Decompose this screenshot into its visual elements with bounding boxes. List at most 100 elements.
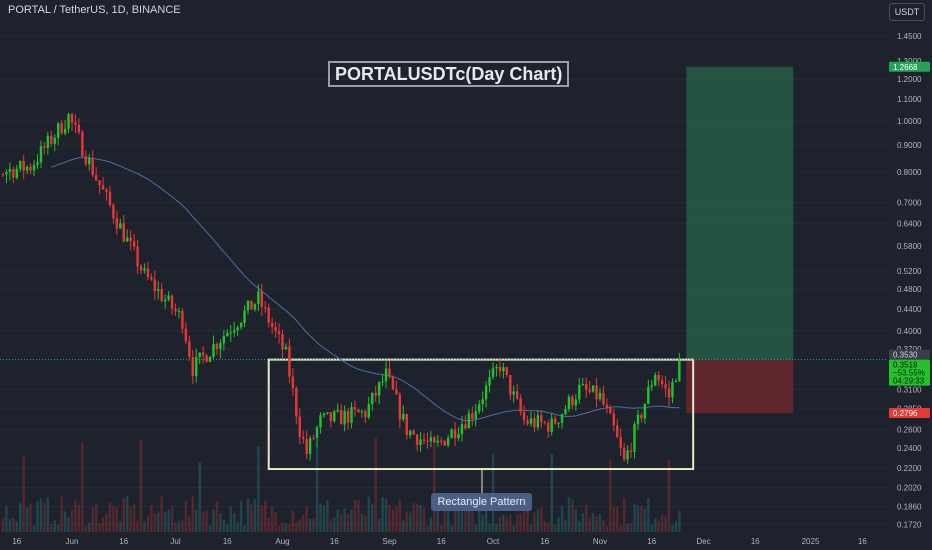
volume-bar <box>88 522 91 532</box>
candle-body <box>67 114 70 129</box>
candle-body <box>174 308 177 312</box>
symbol-header: PORTAL / TetherUS, 1D, BINANCE <box>8 4 181 16</box>
candle-body <box>540 415 543 422</box>
volume-bar <box>626 523 629 532</box>
volume-bar <box>212 509 215 532</box>
target-zone <box>686 66 794 360</box>
candle-body <box>56 123 60 138</box>
candle-body <box>557 422 560 424</box>
volume-bar <box>515 514 519 532</box>
volume-bar <box>153 513 157 532</box>
volume-bar <box>450 525 453 532</box>
volume-bar <box>177 520 181 532</box>
candle-body <box>181 311 184 329</box>
candle-body <box>640 414 643 419</box>
candle-body <box>126 237 129 242</box>
volume-bar <box>429 517 433 532</box>
y-tick-label: 0.5200 <box>897 267 922 276</box>
volume-bar <box>215 501 219 532</box>
candle-body <box>478 404 481 412</box>
candle-body <box>612 413 616 426</box>
candle-body <box>39 146 43 163</box>
volume-bar <box>150 505 153 532</box>
x-tick-label: 16 <box>647 537 656 546</box>
candle-body <box>22 160 25 171</box>
candle-body <box>163 299 167 302</box>
volume-bar <box>495 523 498 532</box>
candle-body <box>574 399 578 406</box>
candle-body <box>636 414 640 425</box>
candle-body <box>29 166 32 171</box>
volume-bar <box>381 497 384 532</box>
candle-body <box>119 223 122 229</box>
volume-bar <box>547 522 550 532</box>
volume-bar <box>25 507 29 532</box>
volume-bar <box>333 517 336 532</box>
candle-body <box>60 123 63 134</box>
volume-bar <box>657 521 660 532</box>
volume-bar <box>46 497 50 532</box>
stop-price-tag-text: 0.2796 <box>893 409 918 418</box>
volume-bar <box>553 524 557 532</box>
volume-bar <box>519 513 522 532</box>
x-tick-label: Jun <box>66 537 79 546</box>
volume-bar <box>415 503 419 532</box>
volume-bar <box>112 505 115 532</box>
volume-bar <box>312 518 315 532</box>
candle-body <box>457 434 460 439</box>
volume-bar <box>584 504 588 532</box>
candle-body <box>201 352 205 356</box>
candle-body <box>654 375 657 386</box>
volume-bar <box>132 504 136 532</box>
candle-body <box>367 404 370 418</box>
candle-body <box>395 389 398 395</box>
unit-button[interactable]: USDT <box>889 3 925 21</box>
volume-bar <box>281 522 284 532</box>
candle-body <box>284 346 288 350</box>
volume-bar <box>350 509 353 532</box>
volume-bar <box>84 525 88 532</box>
candle-body <box>229 332 232 334</box>
candle-body <box>219 343 222 349</box>
volume-bar <box>260 505 264 532</box>
volume-bar <box>295 522 298 532</box>
volume-bar <box>270 505 274 532</box>
candle-body <box>94 175 98 181</box>
volume-bar <box>1 518 5 532</box>
candle-body <box>70 114 74 123</box>
candle-body <box>319 415 322 428</box>
candle-body <box>43 146 46 148</box>
price-axis: 1.45001.30001.20001.10001.00000.90000.80… <box>897 32 922 530</box>
candle-body <box>533 418 536 428</box>
volume-bar <box>184 500 188 532</box>
volume-bar <box>622 497 626 532</box>
volume-bar <box>264 500 267 532</box>
time-axis: 16 Jun 16 Jul 16 Aug 16 Sep 16 Oct 16 Nov 16 Dec 16 202… <box>12 537 867 546</box>
candle-body <box>467 413 471 429</box>
volume-bar <box>433 443 436 532</box>
candle-body <box>91 158 94 176</box>
candle-body <box>491 368 495 378</box>
volume-bar <box>357 500 360 532</box>
candle-body <box>77 124 81 133</box>
candle-body <box>377 382 381 396</box>
volume-bar <box>505 516 509 532</box>
volume-bar <box>481 515 484 532</box>
candle-body <box>253 304 257 310</box>
candle-body <box>288 346 291 377</box>
volume-bar <box>571 499 574 532</box>
volume-bar <box>91 507 94 532</box>
candle-body <box>674 380 678 383</box>
candle-body <box>647 387 650 404</box>
target-price-tag-text: 1.2668 <box>893 63 918 72</box>
candle-body <box>336 409 339 412</box>
candle-body <box>143 268 146 271</box>
candle-body <box>371 392 374 405</box>
price-tags: 1.2668 0.35300.3518−53.55%04:29:33 0.2796 <box>889 61 930 419</box>
volume-bar <box>643 508 647 532</box>
volume-bar <box>174 522 177 532</box>
volume-bar <box>412 502 415 532</box>
candle-body <box>146 268 150 278</box>
volume-bar <box>543 521 546 532</box>
candle-body <box>53 137 56 144</box>
